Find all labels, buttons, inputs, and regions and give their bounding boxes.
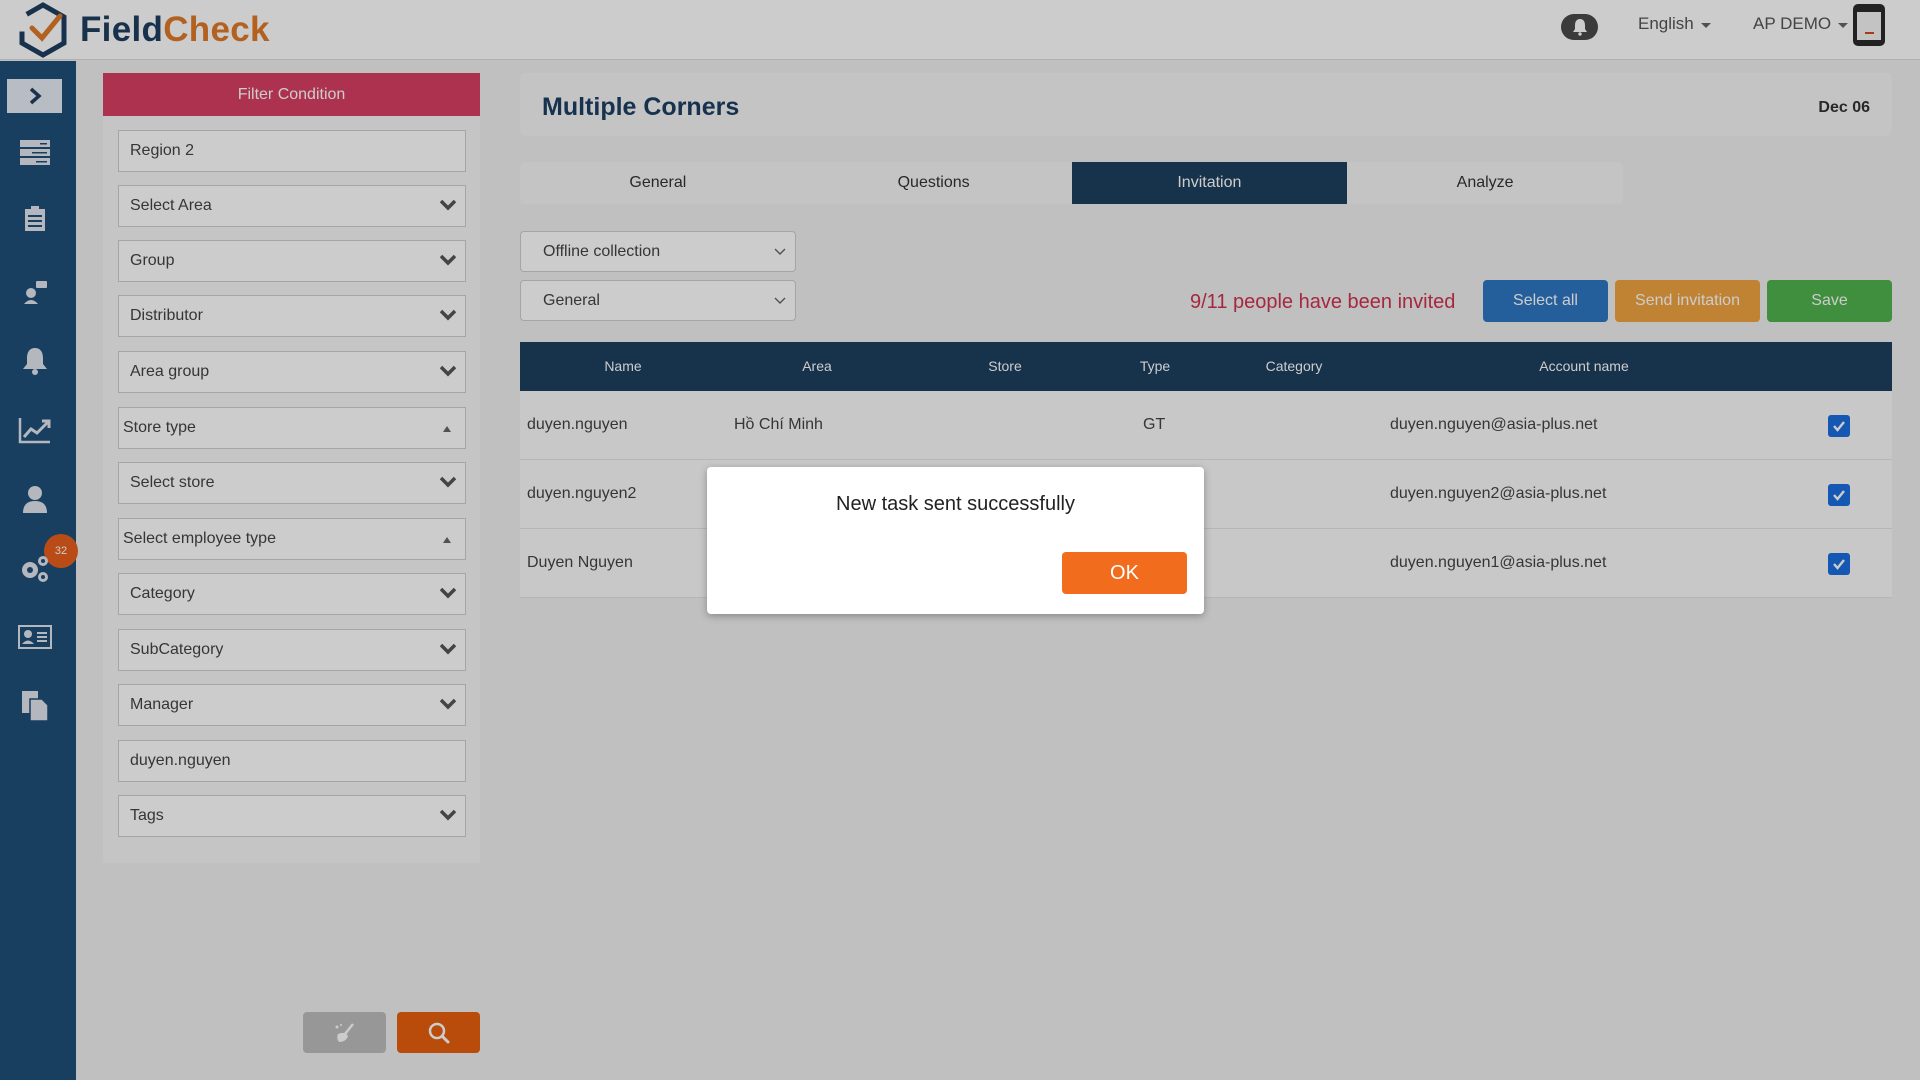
success-dialog: New task sent successfully OK <box>707 467 1204 614</box>
ok-button[interactable]: OK <box>1062 552 1187 594</box>
dialog-message: New task sent successfully <box>836 493 1075 515</box>
